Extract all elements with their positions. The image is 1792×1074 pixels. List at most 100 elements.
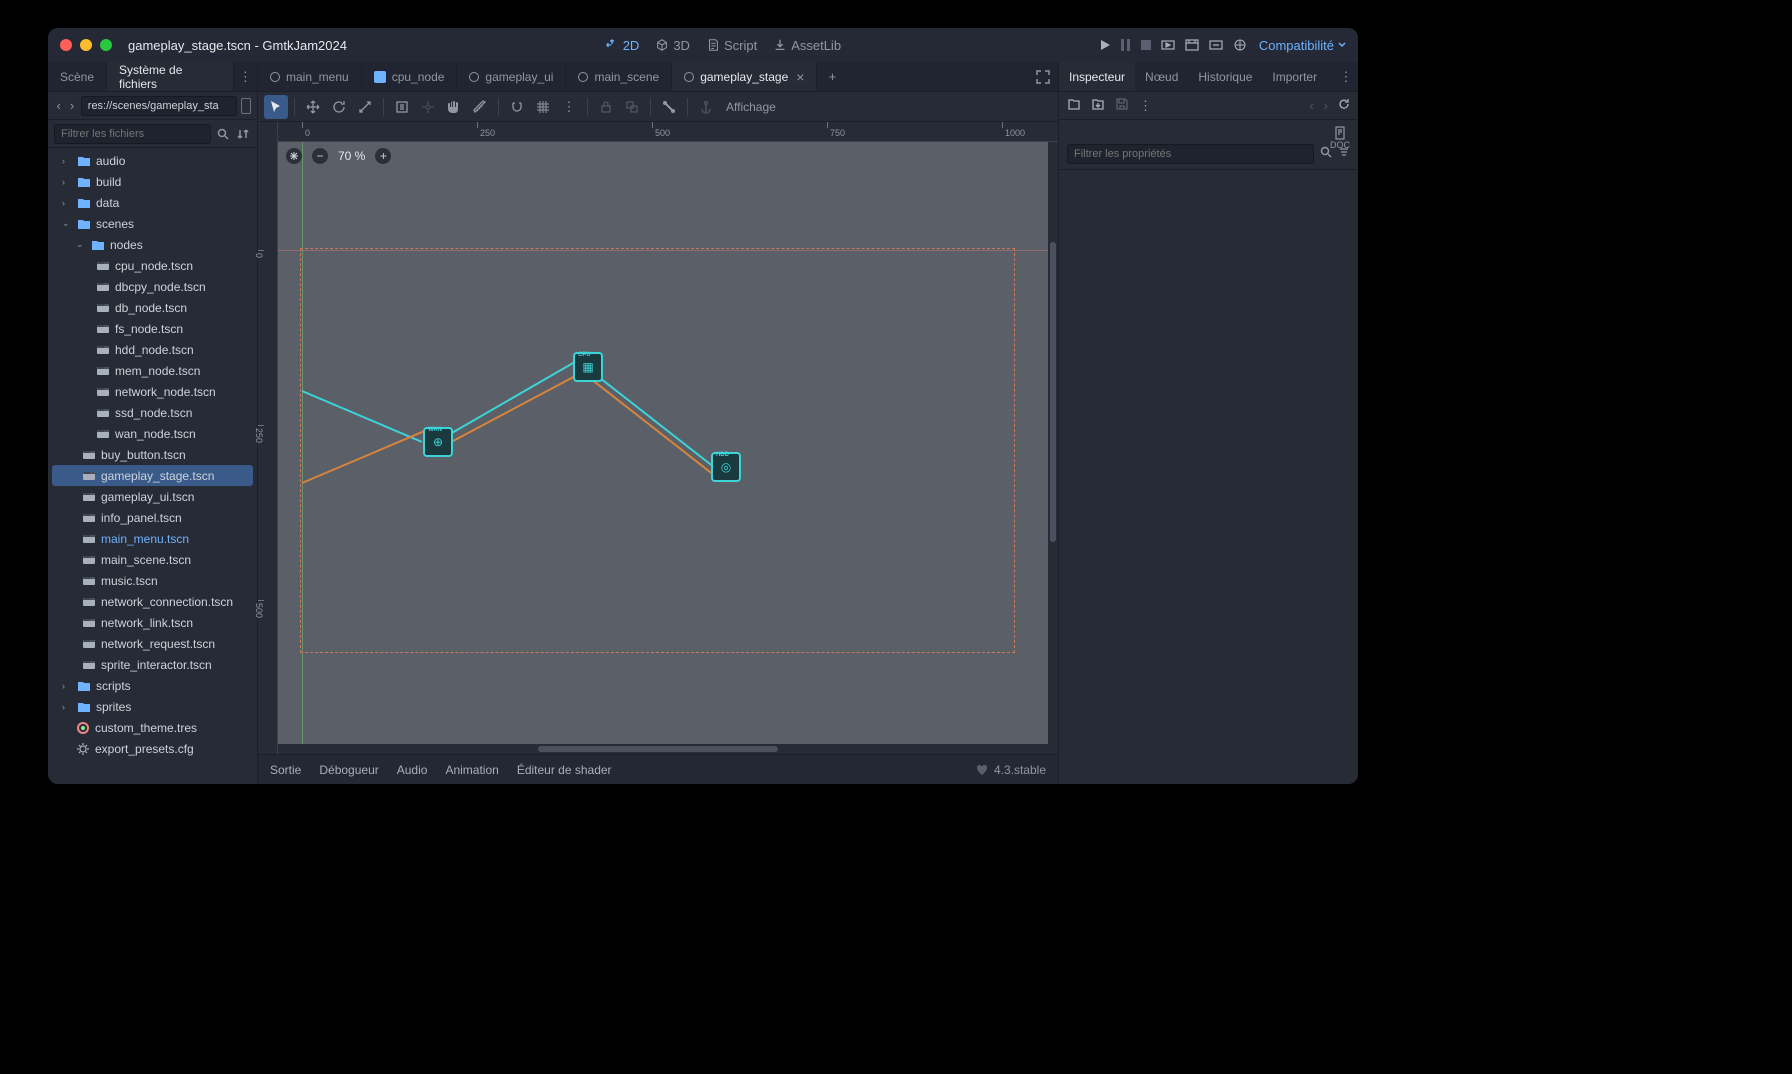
scene-tab[interactable]: main_scene (566, 62, 672, 91)
bottom-tab-output[interactable]: Sortie (270, 763, 301, 777)
viewport-scrollbar-vertical[interactable] (1048, 142, 1058, 744)
close-tab-icon[interactable]: × (796, 69, 804, 85)
anchor-icon[interactable] (694, 95, 718, 119)
tree-file[interactable]: custom_theme.tres (48, 717, 257, 738)
scene-tab[interactable]: gameplay_stage× (672, 62, 817, 91)
tree-file[interactable]: mem_node.tscn (48, 360, 257, 381)
hdd-node[interactable]: HDD ◎ (711, 452, 741, 482)
tree-file[interactable]: main_scene.tscn (48, 549, 257, 570)
canvas-viewport[interactable]: − 70 % + CPU ▦ (278, 142, 1058, 754)
tree-file[interactable]: buy_button.tscn (48, 444, 257, 465)
play-scene-icon[interactable] (1161, 39, 1175, 51)
tree-file[interactable]: hdd_node.tscn (48, 339, 257, 360)
nav-forward-icon[interactable]: › (67, 98, 76, 114)
zoom-percentage[interactable]: 70 % (338, 149, 365, 163)
mode-2d-button[interactable]: 2D (605, 38, 640, 53)
tree-file[interactable]: wan_node.tscn (48, 423, 257, 444)
snap-toggle-icon[interactable] (505, 95, 529, 119)
mode-3d-button[interactable]: 3D (655, 38, 690, 53)
bottom-tab-animation[interactable]: Animation (445, 763, 498, 777)
dock-menu-icon[interactable]: ⋮ (234, 62, 257, 91)
mode-assetlib-button[interactable]: AssetLib (773, 38, 841, 53)
tree-file[interactable]: info_panel.tscn (48, 507, 257, 528)
mode-script-button[interactable]: Script (706, 38, 757, 53)
bottom-tab-debugger[interactable]: Débogueur (319, 763, 378, 777)
inspector-filter-input[interactable] (1067, 144, 1314, 164)
scene-tab[interactable]: cpu_node (362, 62, 458, 91)
viewport-scrollbar-horizontal[interactable] (278, 744, 1058, 754)
distraction-free-icon[interactable] (1028, 62, 1058, 91)
nav-back-icon[interactable]: ‹ (54, 98, 63, 114)
list-select-icon[interactable] (390, 95, 414, 119)
tree-folder[interactable]: ›data (48, 192, 257, 213)
bone-icon[interactable] (657, 95, 681, 119)
tree-file[interactable]: sprite_interactor.tscn (48, 654, 257, 675)
filesystem-tree[interactable]: ›audio ›build ›data ⌄scenes ⌄nodes cpu_n… (48, 148, 257, 784)
group-icon[interactable] (620, 95, 644, 119)
more-icon[interactable]: ⋮ (1139, 98, 1152, 114)
tree-file[interactable]: export_presets.cfg (48, 738, 257, 759)
filesystem-path-input[interactable] (81, 96, 237, 116)
pause-icon[interactable] (1121, 39, 1131, 51)
bottom-tab-audio[interactable]: Audio (397, 763, 428, 777)
pivot-icon[interactable] (416, 95, 440, 119)
tab-node[interactable]: Nœud (1135, 62, 1188, 91)
play-icon[interactable] (1099, 39, 1111, 51)
ruler-tool-icon[interactable] (468, 95, 492, 119)
minimize-icon[interactable] (80, 39, 92, 51)
display-dropdown[interactable]: Affichage (726, 100, 776, 114)
tree-folder[interactable]: ›scripts (48, 675, 257, 696)
stop-icon[interactable] (1141, 40, 1151, 50)
tree-file[interactable]: network_node.tscn (48, 381, 257, 402)
doc-button[interactable]: DOC (1330, 126, 1350, 150)
file-open-icon[interactable] (1067, 97, 1081, 114)
dock-menu-icon[interactable]: ⋮ (1334, 62, 1358, 91)
snap-options-icon[interactable]: ⋮ (557, 95, 581, 119)
zoom-out-icon[interactable]: − (312, 148, 328, 164)
tree-folder[interactable]: ›sprites (48, 696, 257, 717)
move-tool-icon[interactable] (301, 95, 325, 119)
renderer-icon[interactable] (1233, 38, 1247, 52)
history-forward-icon[interactable]: › (1324, 98, 1328, 113)
play-custom-icon[interactable] (1209, 39, 1223, 51)
grid-snap-icon[interactable] (531, 95, 555, 119)
save-icon[interactable] (1115, 97, 1129, 114)
bottom-tab-shader[interactable]: Éditeur de shader (517, 763, 612, 777)
rotate-tool-icon[interactable] (327, 95, 351, 119)
tree-file[interactable]: network_connection.tscn (48, 591, 257, 612)
tree-file[interactable]: music.tscn (48, 570, 257, 591)
tab-import[interactable]: Importer (1262, 62, 1327, 91)
lock-icon[interactable] (594, 95, 618, 119)
tree-file[interactable]: ssd_node.tscn (48, 402, 257, 423)
scene-tab[interactable]: main_menu (258, 62, 362, 91)
tree-file[interactable]: cpu_node.tscn (48, 255, 257, 276)
path-box-icon[interactable] (241, 98, 251, 114)
tree-folder[interactable]: ›build (48, 171, 257, 192)
tree-file[interactable]: db_node.tscn (48, 297, 257, 318)
close-icon[interactable] (60, 39, 72, 51)
filesystem-filter-input[interactable] (54, 124, 211, 144)
movie-icon[interactable] (1185, 39, 1199, 51)
tree-folder[interactable]: ⌄scenes (48, 213, 257, 234)
file-load-icon[interactable] (1091, 97, 1105, 114)
tree-file[interactable]: fs_node.tscn (48, 318, 257, 339)
tree-folder[interactable]: ›audio (48, 150, 257, 171)
history-back-icon[interactable]: ‹ (1309, 98, 1313, 113)
tree-file[interactable]: network_link.tscn (48, 612, 257, 633)
sort-icon[interactable] (235, 128, 251, 140)
select-tool-icon[interactable] (264, 95, 288, 119)
scene-tab[interactable]: gameplay_ui (457, 62, 566, 91)
scale-tool-icon[interactable] (353, 95, 377, 119)
renderer-dropdown[interactable]: Compatibilité (1259, 38, 1346, 53)
zoom-reset-icon[interactable] (286, 148, 302, 164)
tab-inspector[interactable]: Inspecteur (1059, 62, 1135, 91)
cpu-node[interactable]: CPU ▦ (573, 352, 603, 382)
add-scene-tab-button[interactable]: + (817, 62, 847, 91)
tab-filesystem[interactable]: Système de fichiers (107, 62, 234, 91)
tree-file[interactable]: dbcpy_node.tscn (48, 276, 257, 297)
tree-file[interactable]: main_menu.tscn (48, 528, 257, 549)
tree-folder[interactable]: ⌄nodes (48, 234, 257, 255)
history-reload-icon[interactable] (1338, 98, 1350, 113)
wan-node[interactable]: WAN ⊕ (423, 427, 453, 457)
tree-file[interactable]: network_request.tscn (48, 633, 257, 654)
